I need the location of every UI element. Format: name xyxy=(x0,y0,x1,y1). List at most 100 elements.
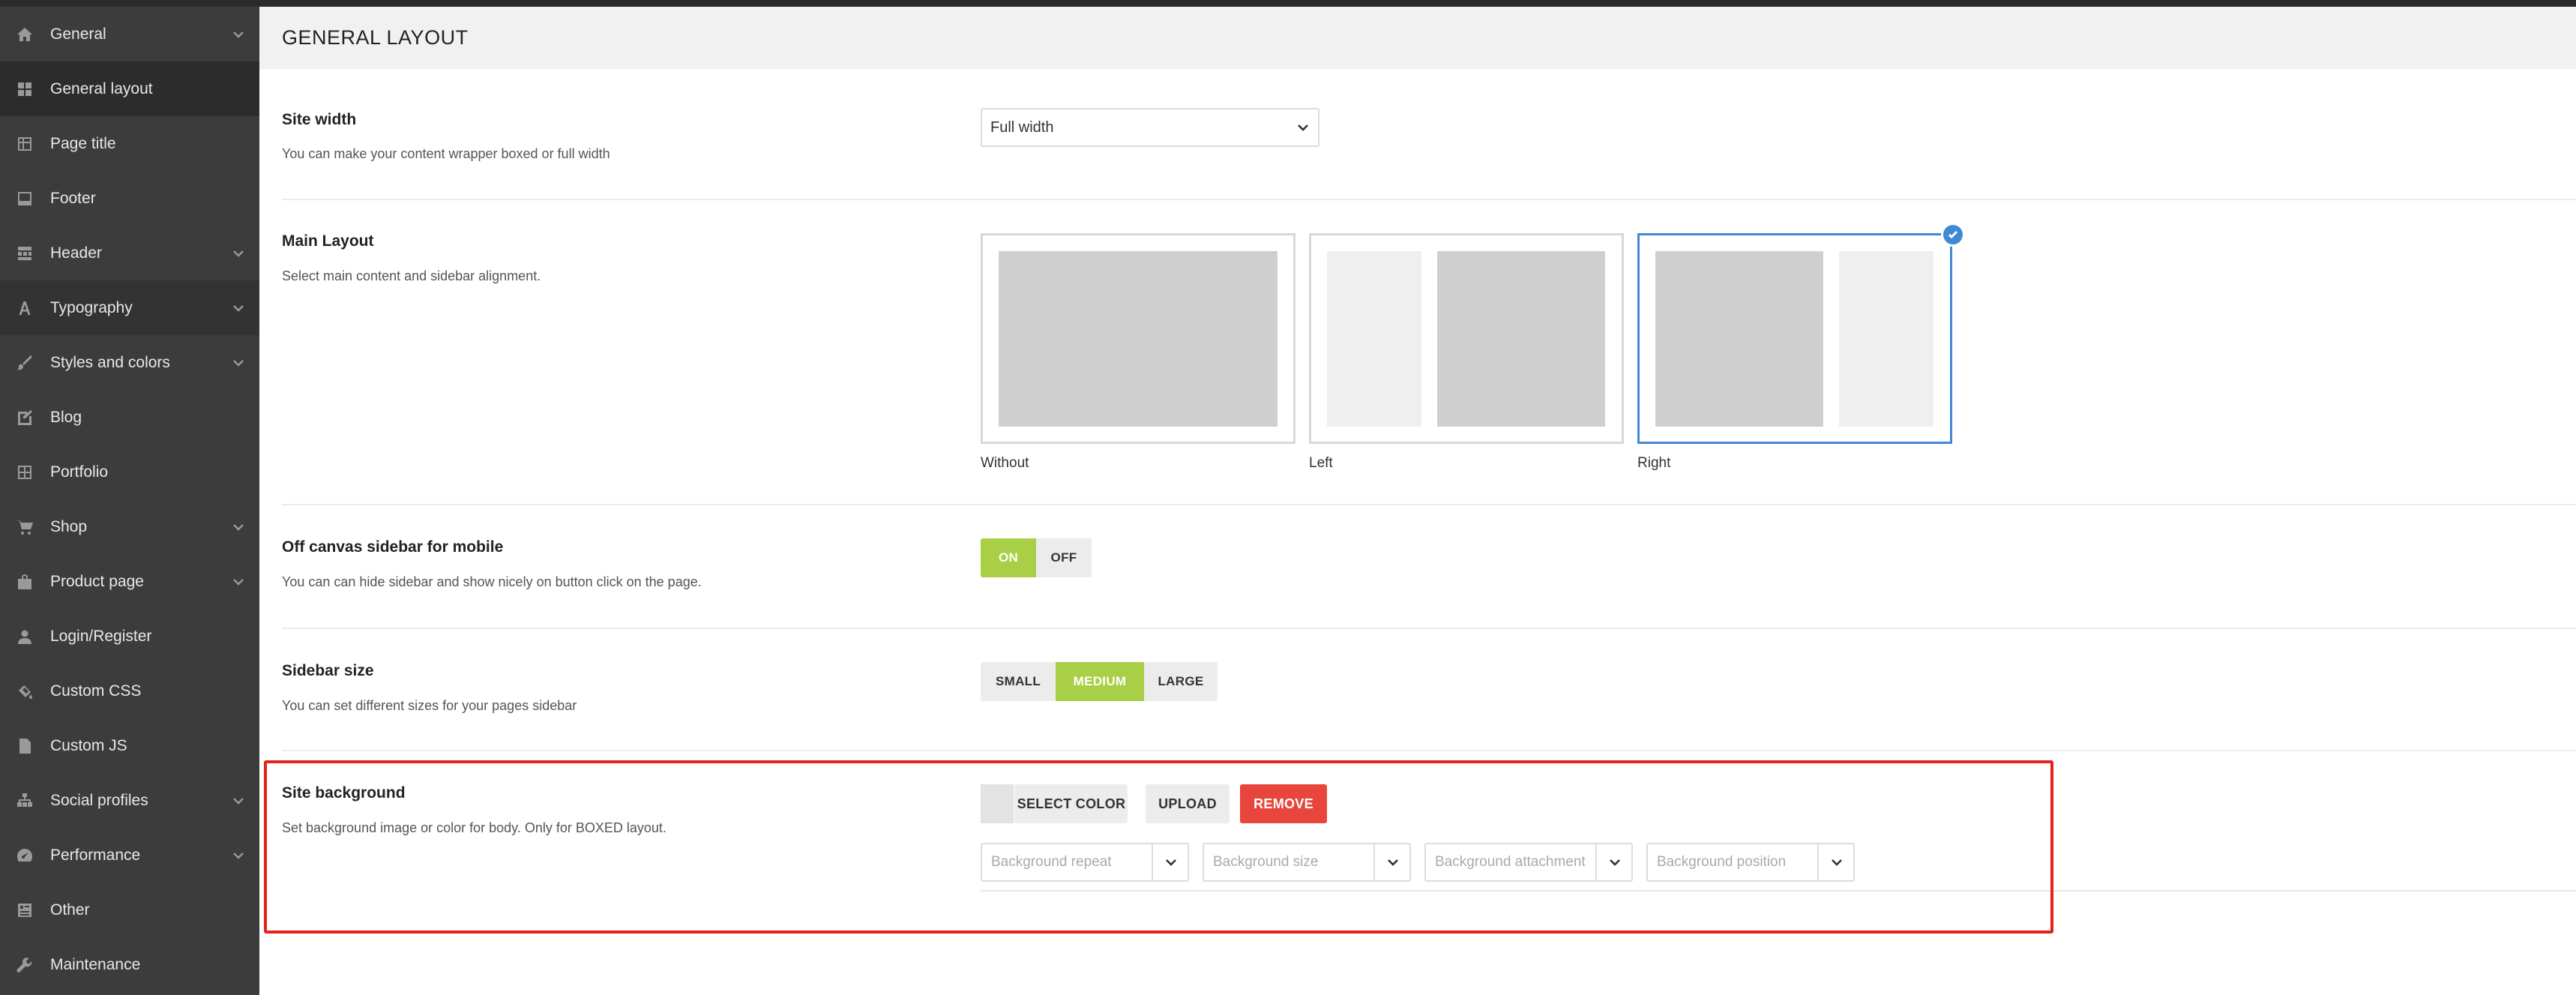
layout-content-block xyxy=(999,251,1278,427)
background-size-placeholder: Background size xyxy=(1213,854,1319,870)
font-icon xyxy=(15,298,34,318)
site-width-section: Site width You can make your content wra… xyxy=(282,88,2576,200)
sidebar-size-large-button[interactable]: LARGE xyxy=(1144,662,1218,701)
sidebar-item-label: Blog xyxy=(50,408,82,426)
site-width-title: Site width xyxy=(282,111,357,128)
sidebar-item-blog[interactable]: Blog xyxy=(0,390,259,445)
background-attachment-select[interactable]: Background attachment xyxy=(1424,843,1633,882)
off-canvas-section: Off canvas sidebar for mobile You can ca… xyxy=(282,505,2576,629)
site-background-title: Site background xyxy=(282,784,406,802)
sidebar-item-label: Login/Register xyxy=(50,627,152,645)
page-title: GENERAL LAYOUT xyxy=(282,26,469,49)
background-repeat-placeholder: Background repeat xyxy=(991,854,1112,870)
sidebar-item-custom-js[interactable]: Custom JS xyxy=(0,718,259,773)
sidebar-item-label: Custom JS xyxy=(50,736,127,754)
off-canvas-description: You can can hide sidebar and show nicely… xyxy=(282,574,702,589)
sidebar-item-social-profiles[interactable]: Social profiles xyxy=(0,773,259,828)
sidebar-item-footer[interactable]: Footer xyxy=(0,171,259,226)
sidebar-item-portfolio[interactable]: Portfolio xyxy=(0,445,259,499)
chevron-down-icon xyxy=(231,848,246,863)
chevron-down-icon xyxy=(231,27,246,42)
layout-option-without[interactable] xyxy=(981,233,1295,444)
sidebar-item-shop[interactable]: Shop xyxy=(0,499,259,554)
sidebar-item-label: General layout xyxy=(50,79,153,97)
sidebar-item-typography[interactable]: Typography xyxy=(0,280,259,335)
sidebar-item-page-title[interactable]: Page title xyxy=(0,116,259,171)
chevron-down-icon xyxy=(1385,855,1400,870)
sidebar-size-section: Sidebar size You can set different sizes… xyxy=(282,629,2576,751)
background-position-select[interactable]: Background position xyxy=(1646,843,1855,882)
sidebar-size-toggle: SMALL MEDIUM LARGE xyxy=(981,662,1218,701)
sidebar-item-product-page[interactable]: Product page xyxy=(0,554,259,609)
sidebar-item-login-register[interactable]: Login/Register xyxy=(0,609,259,664)
remove-button[interactable]: REMOVE xyxy=(1240,784,1327,823)
layout-options: Without Left Right xyxy=(981,223,2030,473)
edit-icon xyxy=(15,408,34,427)
chevron-down-icon xyxy=(231,355,246,370)
sidebar-item-label: Performance xyxy=(50,846,141,864)
layout-option-right[interactable] xyxy=(1637,233,1952,444)
site-width-select-value: Full width xyxy=(990,118,1054,136)
sidebar-item-label: Header xyxy=(50,244,102,262)
background-attachment-placeholder: Background attachment xyxy=(1435,854,1586,870)
off-canvas-off-button[interactable]: OFF xyxy=(1036,538,1092,577)
main-layout-section: Main Layout Select main content and side… xyxy=(282,200,2576,505)
sidebar-item-maintenance[interactable]: Maintenance xyxy=(0,937,259,992)
site-width-select[interactable]: Full width xyxy=(981,108,1319,147)
footer-icon xyxy=(15,189,34,208)
section-divider xyxy=(981,890,2576,892)
dashboard-icon xyxy=(15,846,34,865)
portfolio-grid-icon xyxy=(15,463,34,482)
chevron-down-icon xyxy=(231,301,246,316)
layout-sidebar-block xyxy=(1839,251,1933,427)
sidebar-item-general[interactable]: General xyxy=(0,7,259,61)
main-layout-description: Select main content and sidebar alignmen… xyxy=(282,268,541,283)
user-icon xyxy=(15,627,34,646)
select-divider xyxy=(1373,844,1375,880)
chevron-down-icon xyxy=(231,246,246,261)
chevron-down-icon xyxy=(1164,855,1179,870)
layout-option-label: Right xyxy=(1637,455,1671,471)
off-canvas-on-button[interactable]: ON xyxy=(981,538,1036,577)
chevron-down-icon xyxy=(231,793,246,808)
sidebar-item-label: Footer xyxy=(50,189,96,207)
sidebar-item-performance[interactable]: Performance xyxy=(0,828,259,883)
chevron-down-icon xyxy=(231,520,246,535)
page-header: GENERAL LAYOUT xyxy=(259,7,2576,69)
layout-option-label: Without xyxy=(981,455,1029,471)
sidebar-item-custom-css[interactable]: Custom CSS xyxy=(0,664,259,718)
background-position-placeholder: Background position xyxy=(1657,854,1787,870)
color-swatch xyxy=(981,784,1015,823)
sidebar: General General layout Page title Footer… xyxy=(0,7,259,995)
sidebar-item-label: Page title xyxy=(50,134,116,152)
check-icon xyxy=(1941,223,1965,247)
sidebar-size-description: You can set different sizes for your pag… xyxy=(282,698,577,713)
cart-icon xyxy=(15,517,34,537)
sidebar-item-general-layout[interactable]: General layout xyxy=(0,61,259,116)
layout-option-left[interactable] xyxy=(1309,233,1624,444)
chevron-down-icon xyxy=(1607,855,1622,870)
select-color-button[interactable]: SELECT COLOR xyxy=(981,784,1128,823)
sidebar-item-label: Maintenance xyxy=(50,955,141,973)
top-bar xyxy=(0,0,2576,7)
sidebar-item-label: General xyxy=(50,25,106,43)
sidebar-size-small-button[interactable]: SMALL xyxy=(981,662,1056,701)
sidebar-item-other[interactable]: Other xyxy=(0,883,259,937)
select-divider xyxy=(1152,844,1153,880)
sidebar-item-header[interactable]: Header xyxy=(0,226,259,280)
select-divider xyxy=(1595,844,1597,880)
background-size-select[interactable]: Background size xyxy=(1203,843,1411,882)
sidebar-item-label: Typography xyxy=(50,298,133,316)
brush-icon xyxy=(15,353,34,373)
sidebar-item-label: Portfolio xyxy=(50,463,109,481)
upload-button[interactable]: UPLOAD xyxy=(1146,784,1230,823)
header-grid-icon xyxy=(15,244,34,263)
sidebar-item-label: Social profiles xyxy=(50,791,148,809)
background-repeat-select[interactable]: Background repeat xyxy=(981,843,1189,882)
sidebar-item-styles-and-colors[interactable]: Styles and colors xyxy=(0,335,259,390)
sidebar-item-label: Product page xyxy=(50,572,144,590)
select-color-label: SELECT COLOR xyxy=(1017,796,1126,811)
sidebar-size-medium-button[interactable]: MEDIUM xyxy=(1056,662,1144,701)
sidebar-item-label: Styles and colors xyxy=(50,353,170,371)
bag-icon xyxy=(15,572,34,592)
